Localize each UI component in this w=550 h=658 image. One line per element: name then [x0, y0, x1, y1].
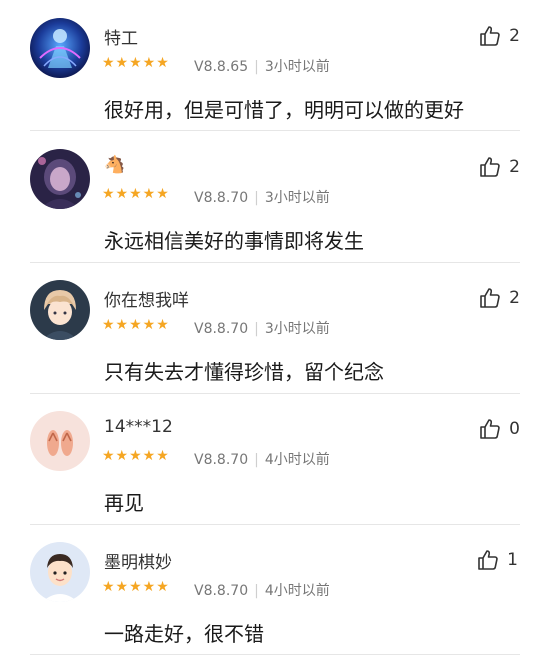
review-meta: V8.8.70 | 3小时以前	[194, 318, 330, 338]
review-item: 🐴 ★★★★★ V8.8.70 | 3小时以前 2 永远相信美好的事情即将发生	[0, 131, 550, 263]
thumbs-up-icon	[478, 24, 502, 48]
like-count: 2	[509, 157, 520, 177]
app-version: V8.8.70	[194, 583, 249, 599]
cartoon-boy-avatar[interactable]	[30, 542, 90, 602]
review-meta: V8.8.70 | 3小时以前	[194, 187, 330, 207]
like-button[interactable]: 2	[478, 286, 520, 310]
rating-stars: ★★★★★	[102, 448, 170, 464]
username: 🐴	[104, 155, 126, 175]
review-content: 一路走好，很不错	[104, 622, 264, 646]
like-count: 1	[507, 550, 518, 570]
review-item: 墨明棋妙 ★★★★★ V8.8.70 | 4小时以前 1 一路走好，很不错	[0, 524, 550, 655]
app-version: V8.8.70	[194, 452, 249, 468]
dark-purple-portrait-avatar[interactable]	[30, 149, 90, 209]
thumbs-up-icon	[476, 548, 500, 572]
review-meta: V8.8.65 | 3小时以前	[194, 56, 330, 76]
rating-stars: ★★★★★	[102, 317, 170, 333]
review-time: 3小时以前	[264, 59, 330, 75]
anime-boy-avatar[interactable]	[30, 280, 90, 340]
meta-separator: |	[254, 190, 259, 206]
thumbs-up-icon	[478, 155, 502, 179]
like-button[interactable]: 2	[478, 24, 520, 48]
meta-separator: |	[254, 321, 259, 337]
divider	[30, 654, 520, 655]
meta-separator: |	[254, 59, 259, 75]
like-count: 2	[509, 26, 520, 46]
rating-stars: ★★★★★	[102, 579, 170, 595]
review-content: 永远相信美好的事情即将发生	[104, 229, 364, 253]
review-time: 3小时以前	[264, 321, 330, 337]
like-button[interactable]: 2	[478, 155, 520, 179]
username: 你在想我咩	[104, 291, 189, 311]
review-meta: V8.8.70 | 4小时以前	[194, 449, 330, 469]
review-content: 再见	[104, 491, 144, 515]
username: 特工	[104, 29, 138, 49]
meta-separator: |	[254, 583, 259, 599]
like-count: 0	[509, 419, 520, 439]
meta-separator: |	[254, 452, 259, 468]
review-time: 3小时以前	[264, 190, 330, 206]
review-item: 14***12 ★★★★★ V8.8.70 | 4小时以前 0 再见	[0, 393, 550, 525]
review-content: 只有失去才懂得珍惜，留个纪念	[104, 360, 384, 384]
flip-flops-avatar[interactable]	[30, 411, 90, 471]
like-button[interactable]: 0	[478, 417, 520, 441]
blue-abstract-figure-avatar[interactable]	[30, 18, 90, 78]
thumbs-up-icon	[478, 286, 502, 310]
review-item: 特工 ★★★★★ V8.8.65 | 3小时以前 2 很好用，但是可惜了，明明可以做…	[0, 0, 550, 131]
review-content: 很好用，但是可惜了，明明可以做的更好	[104, 98, 464, 122]
app-version: V8.8.70	[194, 321, 249, 337]
rating-stars: ★★★★★	[102, 55, 170, 71]
app-version: V8.8.70	[194, 190, 249, 206]
rating-stars: ★★★★★	[102, 186, 170, 202]
review-time: 4小时以前	[264, 583, 330, 599]
username: 墨明棋妙	[104, 553, 172, 573]
thumbs-up-icon	[478, 417, 502, 441]
app-version: V8.8.65	[194, 59, 249, 75]
review-item: 你在想我咩 ★★★★★ V8.8.70 | 3小时以前 2 只有失去才懂得珍惜，留个…	[0, 262, 550, 394]
username: 14***12	[104, 417, 173, 437]
like-count: 2	[509, 288, 520, 308]
review-time: 4小时以前	[264, 452, 330, 468]
review-meta: V8.8.70 | 4小时以前	[194, 580, 330, 600]
like-button[interactable]: 1	[476, 548, 518, 572]
